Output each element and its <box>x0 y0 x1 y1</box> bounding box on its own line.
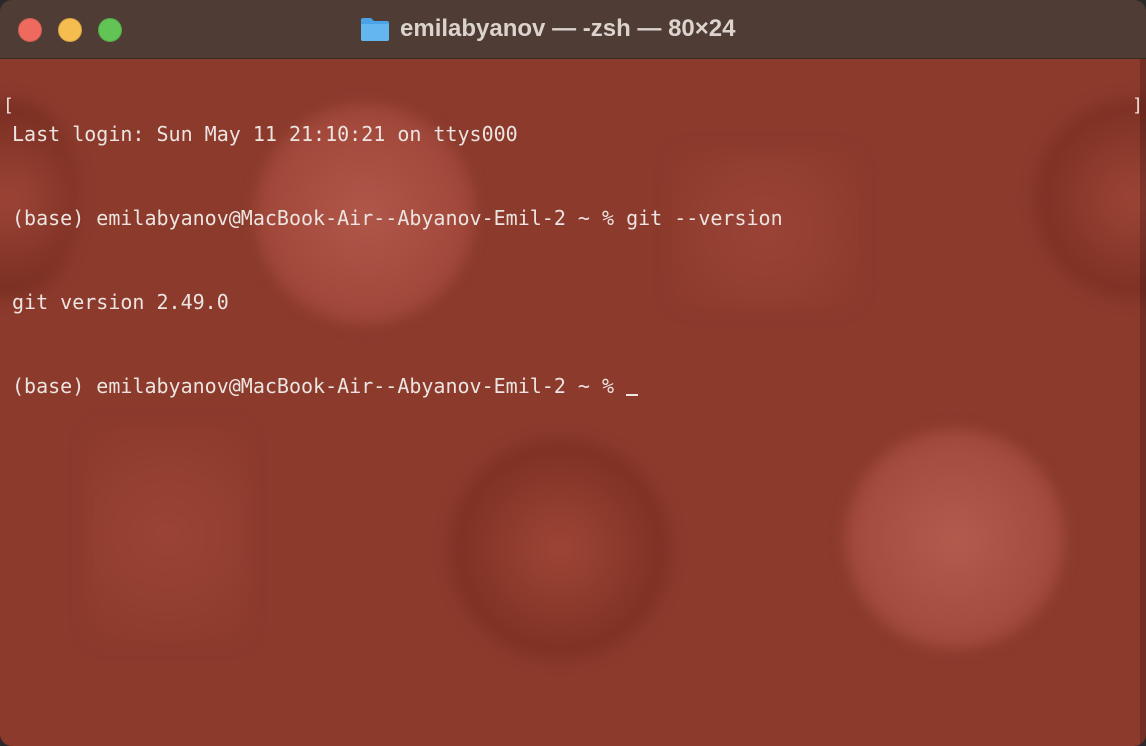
terminal-line: git version 2.49.0 <box>12 290 229 314</box>
folder-icon <box>361 18 389 41</box>
text-cursor <box>626 394 639 396</box>
zoom-button[interactable] <box>98 18 122 42</box>
left-marker: [ <box>3 95 14 116</box>
minimize-button[interactable] <box>58 18 82 42</box>
terminal-content[interactable]: Last login: Sun May 11 21:10:21 on ttys0… <box>0 59 1146 746</box>
terminal-prompt: (base) emilabyanov@MacBook-Air--Abyanov-… <box>12 374 627 398</box>
terminal-line: (base) emilabyanov@MacBook-Air--Abyanov-… <box>12 206 783 230</box>
terminal-window: emilabyanov — -zsh — 80×24 Last login: S… <box>0 0 1146 746</box>
title-bar[interactable]: emilabyanov — -zsh — 80×24 <box>0 0 1146 59</box>
close-button[interactable] <box>18 18 42 42</box>
wallpaper-face-2 <box>845 429 1065 649</box>
terminal-output[interactable]: Last login: Sun May 11 21:10:21 on ttys0… <box>12 64 783 456</box>
wallpaper-face-3 <box>450 439 670 659</box>
window-title-group: emilabyanov — -zsh — 80×24 <box>360 13 735 45</box>
wallpaper-face-4 <box>1035 99 1146 299</box>
terminal-line: Last login: Sun May 11 21:10:21 on ttys0… <box>12 122 518 146</box>
wallpaper-face-7 <box>85 424 250 644</box>
scrollbar-track[interactable] <box>1140 59 1146 746</box>
terminal-prompt-line[interactable]: (base) emilabyanov@MacBook-Air--Abyanov-… <box>12 372 783 400</box>
window-title: emilabyanov — -zsh — 80×24 <box>400 15 736 42</box>
